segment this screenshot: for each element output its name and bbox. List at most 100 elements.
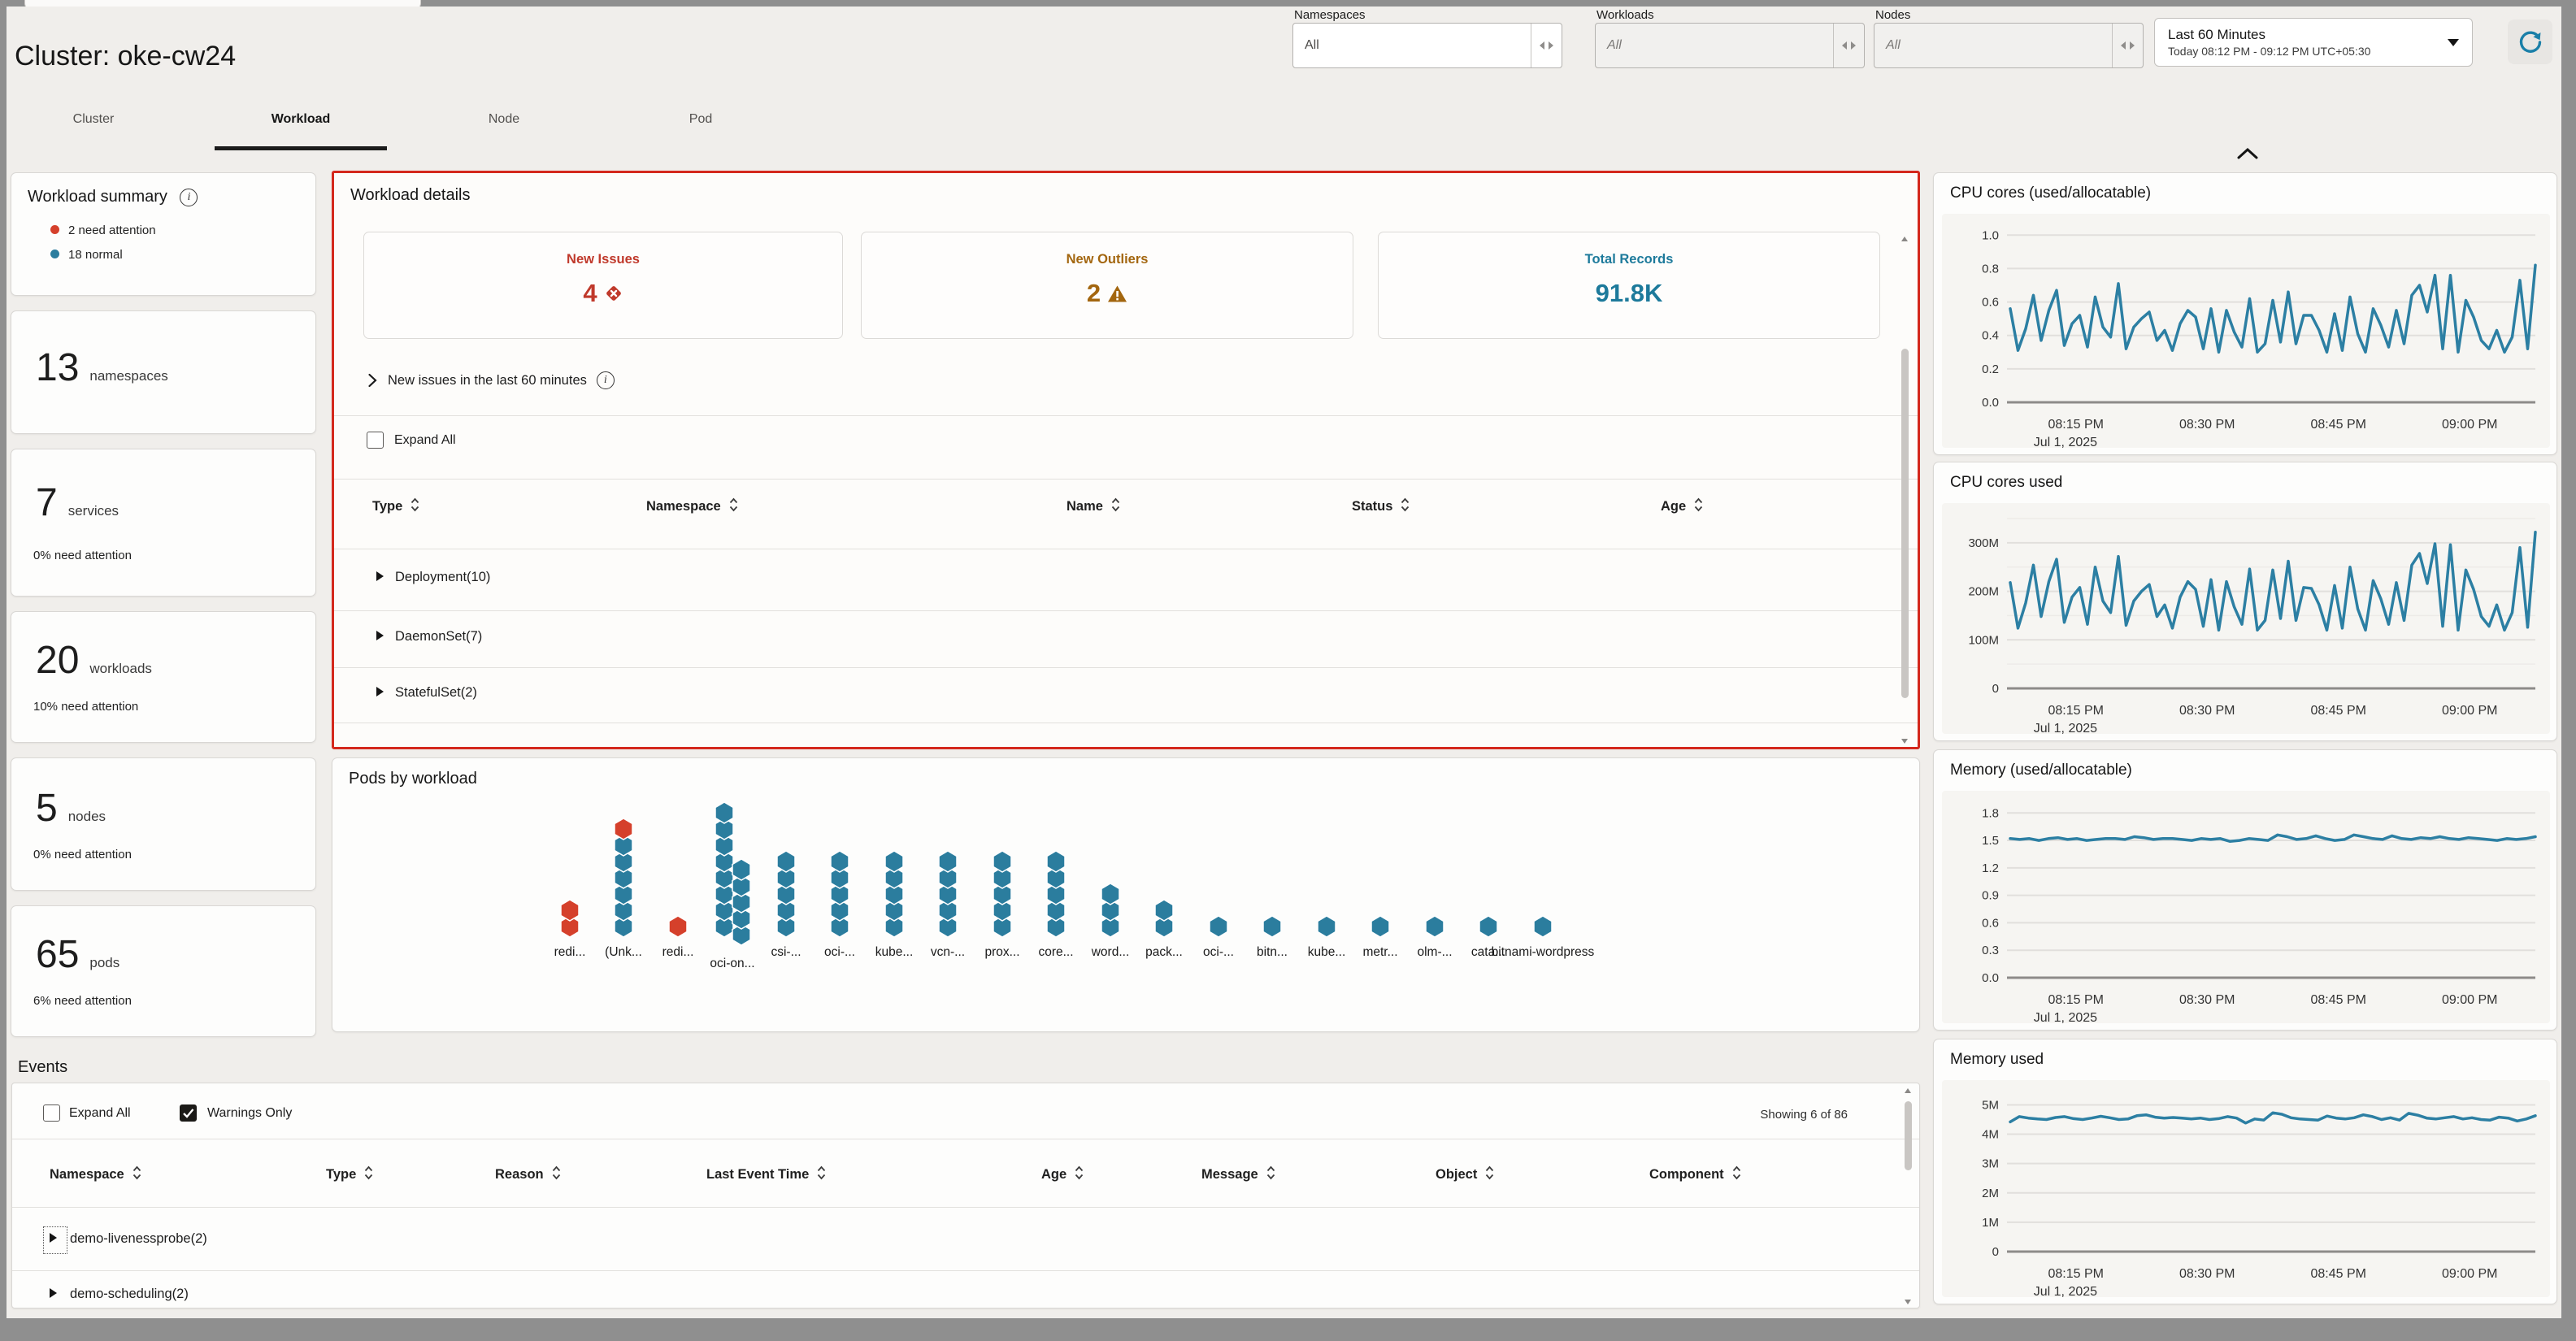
- tab-pod[interactable]: Pod: [689, 112, 712, 127]
- workloads-label: workloads: [89, 661, 152, 677]
- col-type[interactable]: Type: [326, 1165, 374, 1183]
- info-icon[interactable]: i: [597, 371, 615, 389]
- prev-icon[interactable]: [1842, 41, 1847, 50]
- tab-cluster[interactable]: Cluster: [73, 112, 115, 127]
- nodes-stat-card[interactable]: 5 nodes 0% need attention: [11, 757, 316, 891]
- namespaces-count: 13: [36, 349, 79, 388]
- namespaces-filter-value[interactable]: All: [1293, 24, 1531, 67]
- scroll-down-icon[interactable]: [1901, 739, 1908, 744]
- svg-text:1.2: 1.2: [1982, 861, 1999, 875]
- warnings-only-checkbox[interactable]: [180, 1104, 197, 1122]
- expand-caret-icon[interactable]: [376, 687, 384, 697]
- nodes-filter[interactable]: All: [1874, 23, 2144, 68]
- new-issues-kpi[interactable]: New Issues 4: [363, 232, 843, 339]
- table-row-statefulset[interactable]: StatefulSet(2): [376, 685, 477, 701]
- error-diamond-icon: [604, 284, 623, 303]
- svg-text:0: 0: [1992, 1245, 1999, 1259]
- next-icon[interactable]: [1851, 41, 1856, 50]
- col-status[interactable]: Status: [1352, 497, 1410, 514]
- sort-icon[interactable]: [1400, 497, 1410, 513]
- sort-icon[interactable]: [1266, 1165, 1276, 1181]
- warnings-only-label: Warnings Only: [207, 1106, 292, 1121]
- total-records-kpi[interactable]: Total Records 91.8K: [1378, 232, 1880, 339]
- sort-icon[interactable]: [1484, 1165, 1495, 1181]
- services-stat-card[interactable]: 7 services 0% need attention: [11, 449, 316, 597]
- legend-normal: 18 normal: [68, 248, 123, 262]
- col-name[interactable]: Name: [1066, 497, 1121, 514]
- namespaces-stat-card[interactable]: 13 namespaces: [11, 310, 316, 434]
- table-row-deployment[interactable]: Deployment(10): [376, 570, 490, 585]
- refresh-button[interactable]: [2508, 20, 2552, 64]
- attention-dot: [50, 225, 59, 234]
- cpu-used-chart: 300M200M100M008:15 PMJul 1, 202508:30 PM…: [1942, 503, 2550, 734]
- pods-column-label: prox...: [984, 945, 1019, 959]
- sort-icon[interactable]: [410, 497, 420, 513]
- cpu-used-allocatable-card: CPU cores (used/allocatable) 1.00.80.60.…: [1933, 172, 2557, 455]
- col-type[interactable]: Type: [372, 497, 420, 514]
- sort-icon[interactable]: [728, 497, 739, 513]
- workloads-filter-spinner[interactable]: [1833, 24, 1864, 67]
- sort-icon[interactable]: [1110, 497, 1121, 513]
- new-issues-value: 4: [583, 279, 597, 308]
- table-row-daemonset[interactable]: DaemonSet(7): [376, 629, 482, 644]
- expand-caret-icon[interactable]: [50, 1233, 57, 1243]
- namespaces-filter-label: Namespaces: [1294, 8, 1366, 22]
- expand-caret-icon[interactable]: [50, 1288, 57, 1298]
- workload-details-panel: Workload details New Issues 4 New Outlie…: [332, 171, 1920, 749]
- workloads-stat-card[interactable]: 20 workloads 10% need attention: [11, 611, 316, 743]
- namespaces-filter[interactable]: All: [1292, 23, 1562, 68]
- next-icon[interactable]: [2130, 41, 2135, 50]
- collapse-panel-button[interactable]: [2235, 146, 2263, 166]
- workload-summary-card[interactable]: Workload summary i 2 need attention 18 n…: [11, 172, 316, 296]
- svg-text:08:30 PM: 08:30 PM: [2179, 993, 2235, 1007]
- events-expand-all-checkbox[interactable]: [43, 1104, 60, 1122]
- next-icon[interactable]: [1549, 41, 1553, 50]
- workloads-filter[interactable]: All: [1595, 23, 1865, 68]
- workloads-filter-value[interactable]: All: [1596, 24, 1833, 67]
- expand-caret-icon[interactable]: [376, 631, 384, 640]
- svg-text:4M: 4M: [1982, 1128, 1999, 1142]
- tab-node[interactable]: Node: [489, 112, 519, 127]
- expand-caret-icon[interactable]: [376, 571, 384, 581]
- event-row-demo-scheduling[interactable]: demo-scheduling(2): [50, 1287, 189, 1302]
- pods-column-label: olm-...: [1417, 945, 1452, 959]
- col-namespace[interactable]: Namespace: [50, 1165, 142, 1183]
- sort-icon[interactable]: [816, 1165, 827, 1181]
- sort-icon[interactable]: [1693, 497, 1704, 513]
- scroll-up-icon[interactable]: [1905, 1088, 1911, 1093]
- sort-icon[interactable]: [1731, 1165, 1742, 1181]
- new-issues-collapsible[interactable]: New issues in the last 60 minutes i: [367, 371, 615, 389]
- col-last-event-time[interactable]: Last Event Time: [706, 1165, 827, 1183]
- workload-expand-all-checkbox[interactable]: [367, 432, 384, 449]
- sort-icon[interactable]: [363, 1165, 374, 1181]
- workload-details-scrollbar[interactable]: [1900, 235, 1910, 745]
- col-message[interactable]: Message: [1201, 1165, 1276, 1183]
- svg-text:08:45 PM: 08:45 PM: [2311, 1267, 2366, 1281]
- events-title: Events: [18, 1058, 67, 1077]
- sort-icon[interactable]: [132, 1165, 142, 1181]
- namespaces-filter-spinner[interactable]: [1531, 24, 1562, 67]
- col-age[interactable]: Age: [1661, 497, 1704, 514]
- info-icon[interactable]: i: [180, 189, 198, 206]
- scroll-up-icon[interactable]: [1901, 237, 1908, 241]
- tab-workload[interactable]: Workload: [272, 112, 331, 127]
- sort-icon[interactable]: [551, 1165, 562, 1181]
- nodes-filter-spinner[interactable]: [2112, 24, 2143, 67]
- svg-text:100M: 100M: [1968, 633, 1999, 647]
- col-age[interactable]: Age: [1041, 1165, 1084, 1183]
- scroll-down-icon[interactable]: [1905, 1300, 1911, 1304]
- new-outliers-kpi[interactable]: New Outliers 2: [861, 232, 1353, 339]
- col-namespace[interactable]: Namespace: [646, 497, 739, 514]
- prev-icon[interactable]: [1540, 41, 1544, 50]
- pods-stat-card[interactable]: 65 pods 6% need attention: [11, 905, 316, 1037]
- sort-icon[interactable]: [1074, 1165, 1084, 1181]
- prev-icon[interactable]: [2121, 41, 2126, 50]
- col-component[interactable]: Component: [1649, 1165, 1742, 1183]
- events-scrollbar[interactable]: [1903, 1087, 1914, 1306]
- col-object[interactable]: Object: [1436, 1165, 1495, 1183]
- nodes-filter-value[interactable]: All: [1874, 24, 2112, 67]
- event-row-demo-livenessprobe[interactable]: demo-livenessprobe(2): [50, 1231, 207, 1247]
- col-reason[interactable]: Reason: [495, 1165, 562, 1183]
- legend-attention: 2 need attention: [68, 224, 156, 237]
- time-range-selector[interactable]: Last 60 Minutes Today 08:12 PM - 09:12 P…: [2154, 18, 2473, 67]
